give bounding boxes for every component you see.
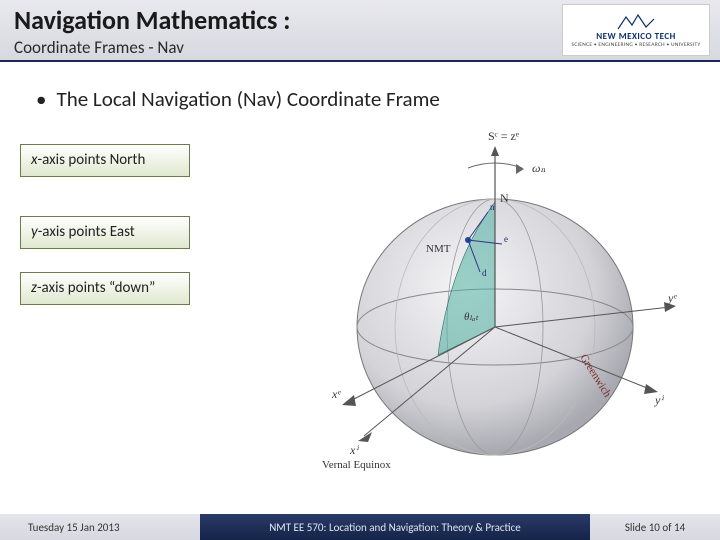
footer-course: NMT EE 570: Location and Navigation: The…: [200, 514, 590, 540]
bullet-dot-icon: •: [36, 86, 46, 112]
label-top: Sᶜ = zᵉ: [488, 129, 519, 143]
label-d-ax: d: [482, 268, 487, 278]
label-north: N: [500, 191, 509, 205]
label-vernal: Vernal Equinox: [322, 459, 391, 471]
footer-date: Tuesday 15 Jan 2013: [0, 514, 200, 540]
main-bullet: • The Local Navigation (Nav) Coordinate F…: [36, 86, 720, 112]
y-axis-box: y-axis points East: [20, 216, 190, 249]
nmt-logo: NEW MEXICO TECH SCIENCE • ENGINEERING • …: [562, 4, 710, 56]
label-ye: yᵉ: [667, 291, 677, 305]
y-text: -axis points East: [38, 223, 135, 241]
x-text: -axis points North: [38, 151, 146, 169]
label-e-ax: e: [504, 234, 508, 244]
z-text: -axis points “down”: [37, 279, 155, 297]
footer-slide-number: Slide 10 of 14: [590, 514, 720, 540]
slide-header: Navigation Mathematics : Coordinate Fram…: [0, 0, 720, 62]
globe-diagram: Sᶜ = zᵉ ωₙ N NMT θₗₐₜ Greenwich yᵉ yⁱ xᵉ…: [250, 122, 690, 472]
label-nmt: NMT: [426, 243, 451, 255]
x-axis-box: x-axis points North: [20, 144, 190, 177]
bullet-text: The Local Navigation (Nav) Coordinate Fr…: [56, 86, 439, 112]
y-letter: y: [31, 223, 38, 241]
label-xi: xⁱ: [349, 443, 359, 457]
label-theta: θₗₐₜ: [464, 311, 479, 323]
mountain-icon: [616, 13, 656, 31]
logo-tagline: SCIENCE • ENGINEERING • RESEARCH • UNIVE…: [572, 42, 701, 48]
label-xe: xᵉ: [331, 387, 341, 401]
content-area: x-axis points North y-axis points East z…: [0, 112, 720, 482]
z-axis-box: z-axis points “down”: [20, 272, 190, 305]
label-n-ax: n: [490, 202, 495, 212]
label-omega: ωₙ: [532, 161, 546, 175]
label-yi: yⁱ: [654, 393, 664, 407]
logo-name: NEW MEXICO TECH: [596, 31, 676, 42]
slide-footer: Tuesday 15 Jan 2013 NMT EE 570: Location…: [0, 514, 720, 540]
